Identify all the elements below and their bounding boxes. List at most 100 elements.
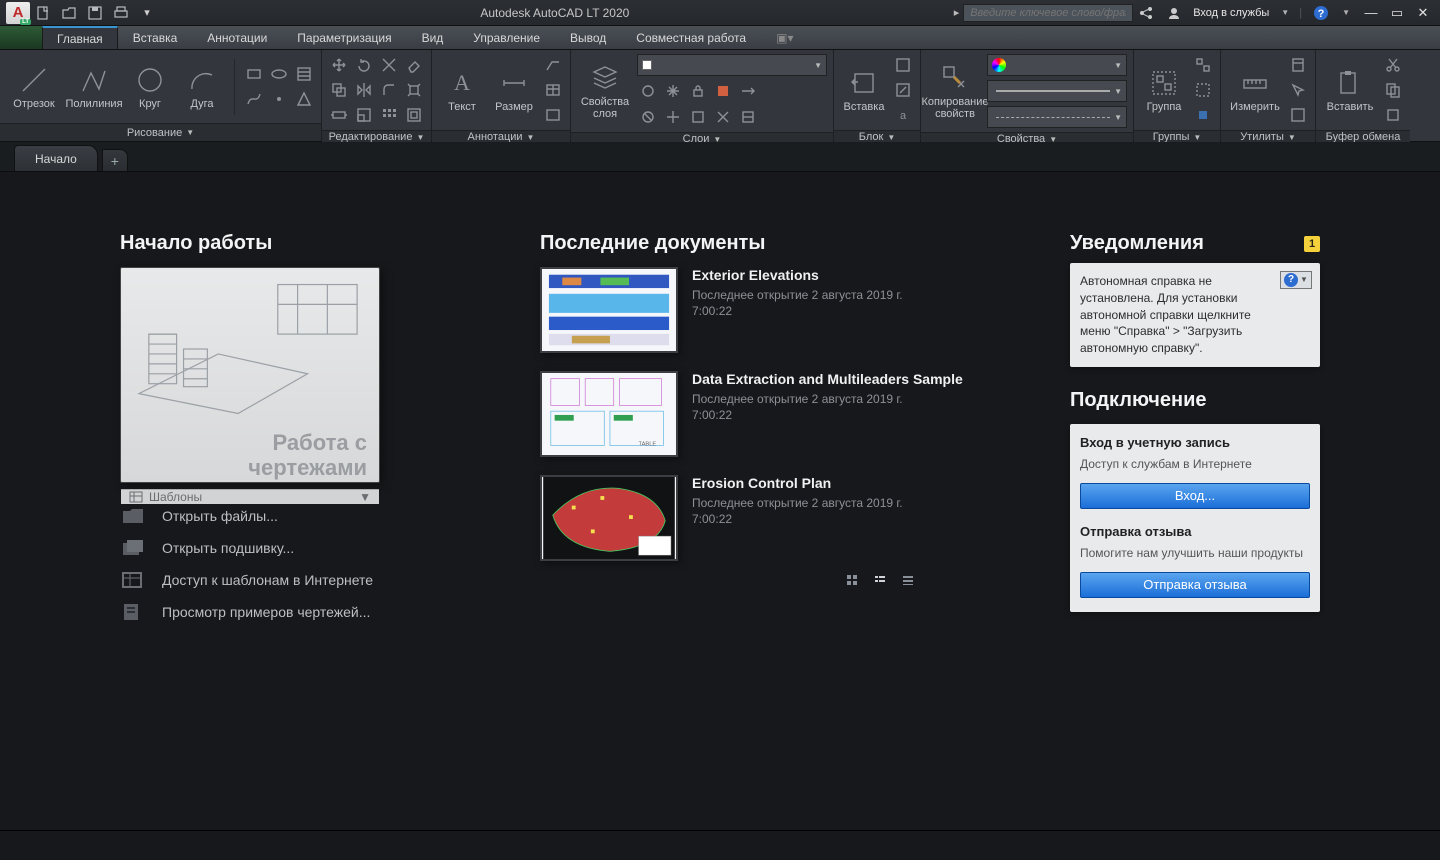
tab-view[interactable]: Вид (407, 26, 459, 49)
layer-off-icon[interactable] (637, 80, 659, 102)
tab-home[interactable]: Главная (42, 26, 118, 49)
layer-color-icon[interactable] (712, 80, 734, 102)
signin-button[interactable]: Вход... (1080, 483, 1310, 509)
offset-icon[interactable] (403, 104, 425, 126)
tool-group[interactable]: Группа (1140, 67, 1188, 113)
ungroup-icon[interactable] (1192, 54, 1214, 76)
leader-icon[interactable] (542, 54, 564, 76)
recent-item-1[interactable]: TABLE Data Extraction and Multileaders S… (540, 371, 1030, 457)
hatch-icon[interactable] (293, 63, 315, 85)
qat-dropdown-icon[interactable]: ▾ (138, 4, 156, 22)
tool-circle[interactable]: Круг (126, 64, 174, 110)
view-details-icon[interactable] (901, 573, 915, 587)
stretch-icon[interactable] (328, 104, 350, 126)
layer-match-icon[interactable] (737, 80, 759, 102)
move-icon[interactable] (328, 54, 350, 76)
mtext-icon[interactable] (542, 104, 564, 126)
tab-extra[interactable]: ▣▾ (761, 26, 808, 49)
layer-lock-icon[interactable] (687, 80, 709, 102)
open-sheetset-link[interactable]: Открыть подшивку... (120, 539, 500, 557)
cut-icon[interactable] (1382, 54, 1404, 76)
explode-icon[interactable] (403, 79, 425, 101)
tool-arc[interactable]: Дуга (178, 64, 226, 110)
file-menu-tab[interactable] (0, 26, 42, 49)
signin-label[interactable]: Вход в службы (1193, 7, 1269, 19)
layer-c-icon[interactable] (687, 106, 709, 128)
search-input[interactable] (963, 4, 1133, 22)
maximize-button[interactable]: ▭ (1386, 4, 1408, 22)
point-icon[interactable] (268, 88, 290, 110)
tool-measure[interactable]: Измерить (1227, 67, 1283, 113)
open-file-icon[interactable] (60, 4, 78, 22)
minimize-button[interactable]: — (1360, 4, 1382, 22)
view-thumbs-icon[interactable] (845, 573, 859, 587)
spline-icon[interactable] (243, 88, 265, 110)
tab-manage[interactable]: Управление (458, 26, 555, 49)
fillet-icon[interactable] (378, 79, 400, 101)
rectangle-icon[interactable] (243, 63, 265, 85)
tool-paste[interactable]: Вставить (1322, 67, 1378, 113)
close-button[interactable]: ✕ (1412, 4, 1434, 22)
offline-help-widget[interactable]: ?▼ (1280, 271, 1312, 289)
plot-icon[interactable] (112, 4, 130, 22)
block-edit-icon[interactable] (892, 79, 914, 101)
tool-text[interactable]: A Текст (438, 67, 486, 113)
tab-output[interactable]: Вывод (555, 26, 621, 49)
app-logo[interactable]: A (6, 2, 30, 24)
layer-freeze-icon[interactable] (662, 80, 684, 102)
online-templates-link[interactable]: Доступ к шаблонам в Интернете (120, 571, 500, 589)
filetab-start[interactable]: Начало (14, 145, 98, 171)
tab-parametric[interactable]: Параметризация (282, 26, 406, 49)
block-attr-icon[interactable]: a (892, 104, 914, 126)
color-dropdown[interactable]: ▼ (987, 54, 1127, 76)
group-select-icon[interactable] (1192, 104, 1214, 126)
layer-a-icon[interactable] (637, 106, 659, 128)
templates-dropdown[interactable]: Шаблоны ▼ (121, 489, 379, 504)
tool-dimension[interactable]: Размер (490, 67, 538, 113)
scale-icon[interactable] (353, 104, 375, 126)
mirror-icon[interactable] (353, 79, 375, 101)
layer-b-icon[interactable] (662, 106, 684, 128)
ellipse-icon[interactable] (268, 63, 290, 85)
count-icon[interactable] (1287, 104, 1309, 126)
select-icon[interactable] (1287, 79, 1309, 101)
tab-insert[interactable]: Вставка (118, 26, 193, 49)
array-icon[interactable] (378, 104, 400, 126)
recent-item-2[interactable]: Erosion Control Plan Последнее открытие … (540, 475, 1030, 561)
view-list-icon[interactable] (873, 573, 887, 587)
share-icon[interactable] (1137, 4, 1155, 22)
panel-label-draw[interactable]: Рисование▼ (0, 123, 321, 141)
sample-drawings-link[interactable]: Просмотр примеров чертежей... (120, 603, 500, 621)
layer-e-icon[interactable] (737, 106, 759, 128)
start-drawing-card[interactable]: Работа с чертежами Шаблоны ▼ (120, 267, 380, 483)
layer-d-icon[interactable] (712, 106, 734, 128)
rotate-icon[interactable] (353, 54, 375, 76)
feedback-button[interactable]: Отправка отзыва (1080, 572, 1310, 598)
layer-dropdown[interactable]: ▼ (637, 54, 827, 76)
tab-collaborate[interactable]: Совместная работа (621, 26, 761, 49)
linetype-dropdown[interactable]: ▼ (987, 106, 1127, 128)
lineweight-dropdown[interactable]: ▼ (987, 80, 1127, 102)
help-icon[interactable]: ? (1312, 4, 1330, 22)
copy-icon[interactable] (328, 79, 350, 101)
region-icon[interactable] (293, 88, 315, 110)
clip-base-icon[interactable] (1382, 104, 1404, 126)
tool-layerprops[interactable]: Свойства слоя (577, 62, 633, 120)
recent-item-0[interactable]: Exterior Elevations Последнее открытие 2… (540, 267, 1030, 353)
block-create-icon[interactable] (892, 54, 914, 76)
open-files-link[interactable]: Открыть файлы... (120, 507, 500, 525)
tool-polyline[interactable]: Полилиния (66, 64, 122, 110)
tool-match-props[interactable]: Копирование свойств (927, 62, 983, 120)
filetab-add[interactable]: + (102, 149, 128, 171)
erase-icon[interactable] (403, 54, 425, 76)
tool-line[interactable]: Отрезок (6, 64, 62, 110)
save-file-icon[interactable] (86, 4, 104, 22)
new-file-icon[interactable] (34, 4, 52, 22)
clip-copy-icon[interactable] (1382, 79, 1404, 101)
calc-icon[interactable] (1287, 54, 1309, 76)
tab-annotate[interactable]: Аннотации (192, 26, 282, 49)
tool-insert-block[interactable]: Вставка (840, 67, 888, 113)
table-icon[interactable] (542, 79, 564, 101)
trim-icon[interactable] (378, 54, 400, 76)
group-edit-icon[interactable] (1192, 79, 1214, 101)
